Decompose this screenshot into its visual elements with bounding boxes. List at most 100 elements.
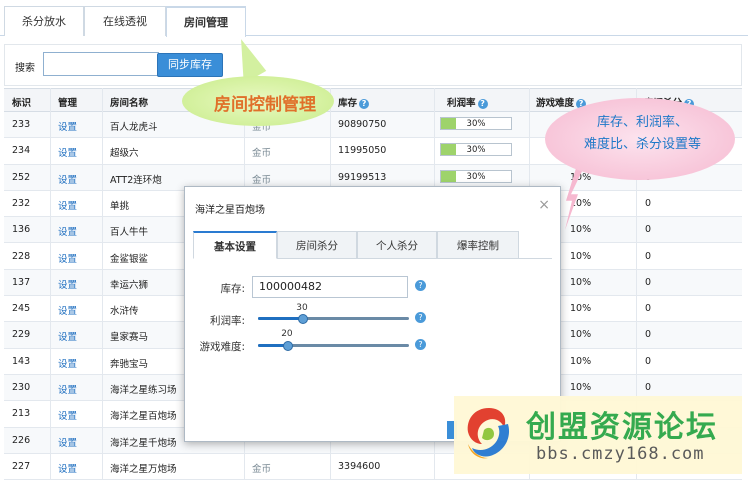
room-name: 百人龙虎斗 xyxy=(110,122,158,133)
profit-slider-fill xyxy=(258,317,304,320)
profit-slider-value: 30 xyxy=(296,303,308,313)
kill-value: 0 xyxy=(645,250,652,262)
tab-kill-release[interactable]: 杀分放水 xyxy=(4,6,84,36)
room-name: 奔驰宝马 xyxy=(110,358,149,370)
dialog-title: 海洋之星百炮场 xyxy=(195,205,265,216)
row-id: 245 xyxy=(12,303,31,315)
difficulty-value: 10% xyxy=(570,355,592,367)
header-stock: 库存? xyxy=(338,95,370,109)
difficulty-value: 10% xyxy=(570,250,592,262)
dialog-tab-bar: 基本设置 房间杀分 个人杀分 爆率控制 xyxy=(193,231,552,259)
sync-stock-button[interactable]: 同步库存 xyxy=(157,53,223,77)
row-id: 233 xyxy=(12,119,31,130)
difficulty-label: 游戏难度: xyxy=(199,341,245,353)
row-id: 227 xyxy=(12,460,31,472)
stock-value: 99199513 xyxy=(338,171,387,183)
help-icon[interactable]: ? xyxy=(415,312,426,323)
profit-bar-label: 30% xyxy=(466,171,486,182)
stock-value: 11995050 xyxy=(338,145,387,157)
watermark-title: 创盟资源论坛 xyxy=(526,410,718,445)
search-label: 搜索 xyxy=(15,63,35,74)
settings-link[interactable]: 设置 xyxy=(58,172,77,186)
difficulty-slider-thumb[interactable] xyxy=(283,341,294,351)
tab-drop-rate[interactable]: 爆率控制 xyxy=(437,231,519,259)
header-profit-label: 利润率 xyxy=(447,98,476,109)
kill-value: 0 xyxy=(645,329,652,341)
tab-room-kill[interactable]: 房间杀分 xyxy=(277,231,357,259)
tab-room-management[interactable]: 房间管理 xyxy=(166,6,246,37)
row-id: 226 xyxy=(12,434,31,446)
settings-link[interactable]: 设置 xyxy=(58,145,77,159)
settings-link[interactable]: 设置 xyxy=(58,251,77,265)
settings-link[interactable]: 设置 xyxy=(58,224,77,238)
close-icon[interactable]: × xyxy=(538,197,550,213)
settings-link[interactable]: 设置 xyxy=(58,198,77,212)
header-name: 房间名称 xyxy=(110,98,149,109)
room-name: 金鲨银鲨 xyxy=(110,253,149,265)
currency-label: 金币 xyxy=(252,174,272,186)
callout-pink-text: 库存、利润率、 难度比、杀分设置等 xyxy=(555,112,730,156)
settings-link[interactable]: 设置 xyxy=(58,382,77,396)
difficulty-slider-value: 20 xyxy=(281,329,293,339)
settings-link[interactable]: 设置 xyxy=(58,303,77,317)
kill-value: 0 xyxy=(645,382,652,393)
callout-pink-line2: 难度比、杀分设置等 xyxy=(583,137,701,152)
row-id: 143 xyxy=(12,355,31,367)
kill-value: 0 xyxy=(645,276,652,288)
tab-personal-kill[interactable]: 个人杀分 xyxy=(357,231,437,259)
stock-label: 库存: xyxy=(220,283,245,295)
difficulty-value: 10% xyxy=(570,382,592,393)
forum-logo xyxy=(467,408,510,459)
tab-online-view[interactable]: 在线透视 xyxy=(84,6,166,36)
row-id: 234 xyxy=(12,145,31,157)
room-name: 海洋之星千炮场 xyxy=(110,437,177,449)
settings-link[interactable]: 设置 xyxy=(58,356,77,370)
settings-link[interactable]: 设置 xyxy=(58,461,77,475)
row-id: 137 xyxy=(12,276,31,288)
difficulty-value: 10% xyxy=(570,276,592,288)
search-input[interactable] xyxy=(43,52,159,76)
watermark-url: bbs.cmzy168.com xyxy=(536,444,705,464)
top-tab-bar: 杀分放水 在线透视 房间管理 xyxy=(0,0,748,37)
row-id: 252 xyxy=(12,171,31,183)
header-difficulty-label: 游戏难度 xyxy=(536,98,575,109)
tab-basic-settings[interactable]: 基本设置 xyxy=(193,231,277,259)
stock-value: 90890750 xyxy=(338,119,387,130)
settings-link[interactable]: 设置 xyxy=(58,435,77,449)
room-name: 海洋之星练习场 xyxy=(110,385,177,396)
callout-pink-line1: 库存、利润率、 xyxy=(596,115,688,130)
help-icon[interactable]: ? xyxy=(415,280,426,291)
kill-value: 0 xyxy=(645,303,652,315)
room-name: 水浒传 xyxy=(110,306,139,318)
room-name: 海洋之星百炮场 xyxy=(110,411,177,423)
header-profit: 利润率? xyxy=(447,95,488,109)
row-id: 136 xyxy=(12,224,31,236)
stock-field[interactable]: 100000482 xyxy=(252,276,408,298)
header-stock-label: 库存 xyxy=(338,98,358,109)
stock-value: 3394600 xyxy=(338,460,381,472)
difficulty-value: 10% xyxy=(570,303,592,315)
settings-link[interactable]: 设置 xyxy=(58,119,77,133)
settings-link[interactable]: 设置 xyxy=(58,277,77,291)
room-name: 百人牛牛 xyxy=(110,227,149,239)
profit-bar-label: 30% xyxy=(466,145,486,156)
kill-value: 0 xyxy=(645,355,652,367)
room-name: 单挑 xyxy=(110,200,130,212)
room-name: 皇家赛马 xyxy=(110,332,149,344)
help-icon[interactable]: ? xyxy=(415,339,426,350)
row-id: 229 xyxy=(12,329,31,341)
settings-link[interactable]: 设置 xyxy=(58,408,77,422)
search-bar: 搜索 同步库存 xyxy=(4,44,742,86)
room-name: ATT2连环炮 xyxy=(110,174,162,186)
callout-green-text: 房间控制管理 xyxy=(214,95,316,115)
profit-slider-thumb[interactable] xyxy=(298,314,309,324)
profit-label: 利润率: xyxy=(209,315,245,327)
help-icon[interactable]: ? xyxy=(477,98,488,109)
column-divider xyxy=(50,88,51,481)
room-name: 海洋之星万炮场 xyxy=(110,463,177,475)
settings-link[interactable]: 设置 xyxy=(58,329,77,343)
help-icon[interactable]: ? xyxy=(359,98,370,109)
difficulty-value: 10% xyxy=(570,224,592,236)
room-name: 超级六 xyxy=(110,148,139,160)
watermark: 创盟资源论坛 bbs.cmzy168.com xyxy=(454,396,742,474)
